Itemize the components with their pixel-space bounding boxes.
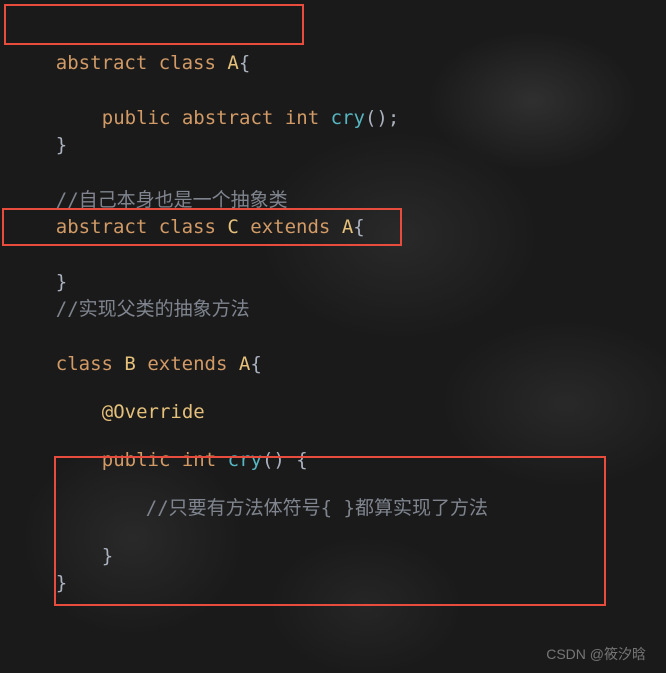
code-line[interactable]: //实现父类的抽象方法: [10, 258, 666, 292]
code-line[interactable]: @Override: [10, 340, 666, 388]
code-line[interactable]: }: [10, 94, 666, 128]
code-line[interactable]: }: [10, 484, 666, 532]
code-editor[interactable]: abstract class A{ public abstract int cr…: [0, 0, 666, 566]
code-line[interactable]: }: [10, 210, 666, 258]
code-line[interactable]: //自己本身也是一个抽象类: [10, 128, 666, 176]
code-line[interactable]: public abstract int cry();: [10, 46, 666, 94]
code-line[interactable]: public int cry() {: [10, 388, 666, 436]
code-line[interactable]: abstract class C extends A{: [10, 176, 666, 210]
code-line[interactable]: class B extends A{: [10, 292, 666, 340]
code-line[interactable]: }: [10, 532, 666, 566]
brace-close: }: [56, 572, 67, 594]
code-line[interactable]: //只要有方法体符号{ }都算实现了方法: [10, 436, 666, 484]
code-line[interactable]: abstract class A{: [10, 12, 666, 46]
watermark: CSDN @筱汐晗: [546, 642, 646, 667]
